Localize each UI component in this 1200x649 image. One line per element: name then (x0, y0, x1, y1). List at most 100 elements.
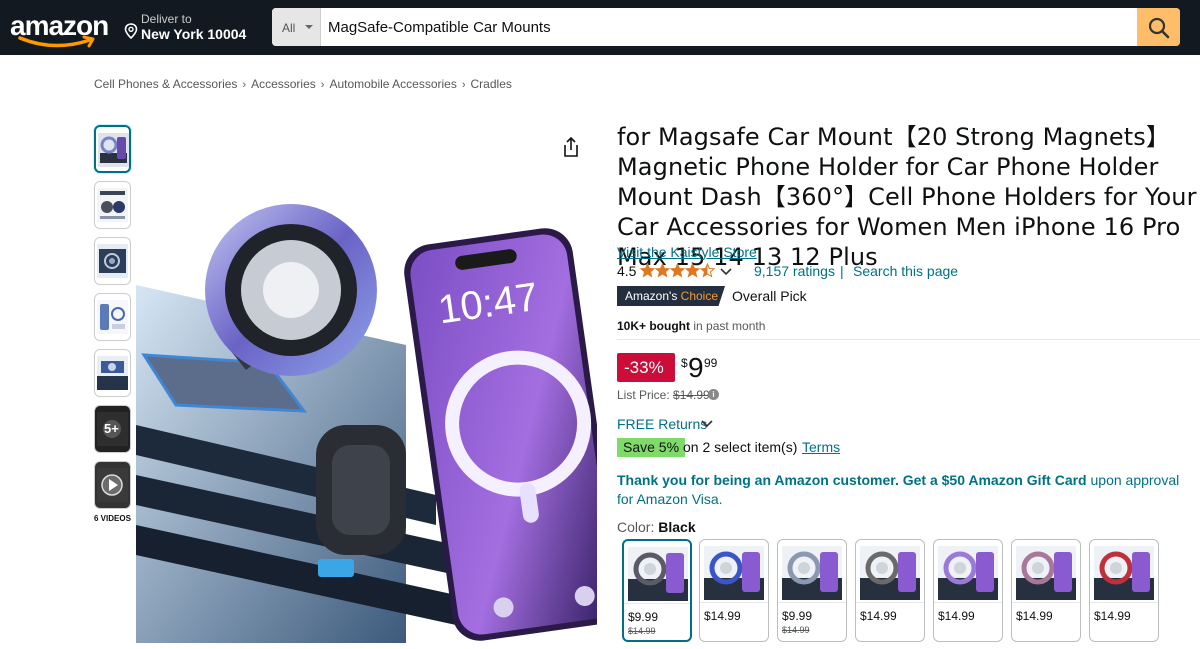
search-category-label: All (282, 21, 296, 35)
offer-bold: Thank you for being an Amazon customer. … (617, 472, 1087, 488)
list-price: List Price: $14.99 (617, 388, 710, 402)
color-swatch[interactable]: $9.99 $14.99 (622, 539, 692, 642)
product-thumbnail-image (97, 188, 128, 222)
color-selected: Black (658, 519, 696, 535)
swatch-image (628, 547, 688, 601)
save-percent-badge: Save 5% (617, 438, 686, 457)
color-label: Color: Black (617, 519, 696, 535)
swatch-price: $14.99 (704, 609, 741, 623)
location-pin-icon (124, 23, 138, 39)
color-label-text: Color: (617, 519, 655, 535)
swatch-divider (934, 602, 1002, 603)
price-fraction: 99 (704, 356, 718, 370)
color-swatch[interactable]: $14.99 (1089, 539, 1159, 642)
image-thumbnail[interactable] (94, 237, 131, 285)
deliver-location: New York 10004 (141, 26, 247, 42)
overall-pick-label: Overall Pick (732, 288, 807, 304)
image-thumbnail[interactable] (94, 181, 131, 229)
image-thumbnail[interactable] (94, 349, 131, 397)
breadcrumb-separator: › (242, 79, 247, 91)
color-swatch[interactable]: $14.99 (699, 539, 769, 642)
color-swatch[interactable]: $9.99 $14.99 (777, 539, 847, 642)
swatch-divider (1012, 602, 1080, 603)
deliver-label: Deliver to (141, 12, 192, 26)
main-product-image[interactable]: 10:47 (136, 195, 597, 643)
search-this-page-link[interactable]: Search this page (853, 263, 958, 279)
breadcrumb-separator: › (461, 79, 466, 91)
swatch-list-price: $14.99 (628, 626, 656, 636)
swatch-list-price: $14.99 (782, 625, 810, 635)
star-rating-icon[interactable] (640, 263, 716, 279)
bought-bold: 10K+ bought (617, 319, 691, 333)
swatch-price: $14.99 (1016, 609, 1053, 623)
swatch-image (1016, 546, 1076, 600)
search-bar: All (272, 8, 1180, 46)
divider (617, 339, 1200, 340)
breadcrumb-link[interactable]: Automobile Accessories (329, 77, 456, 91)
breadcrumb-separator: › (320, 79, 325, 91)
bought-count: 10K+ bought in past month (617, 319, 765, 333)
image-thumbnail[interactable] (94, 125, 131, 173)
color-swatch[interactable]: $14.99 (933, 539, 1003, 642)
swatch-divider (700, 602, 768, 603)
chevron-down-icon[interactable] (720, 268, 732, 276)
image-thumbnail[interactable] (94, 293, 131, 341)
more-images-count: 5+ (104, 421, 119, 436)
swatch-image (860, 546, 920, 600)
breadcrumb-link[interactable]: Cell Phones & Accessories (94, 77, 237, 91)
badge-part1: Amazon's (625, 289, 678, 303)
swatch-image (782, 546, 842, 600)
rating-value: 4.5 (617, 263, 637, 279)
video-play-icon (97, 468, 128, 502)
amazon-logo[interactable]: amazon (10, 12, 109, 48)
search-category-dropdown[interactable]: All (272, 8, 321, 46)
price-whole: 9 (688, 352, 704, 383)
search-input[interactable] (322, 8, 1137, 46)
info-icon[interactable]: i (708, 389, 719, 400)
swatch-price: $14.99 (938, 609, 975, 623)
choice-badge-label: Amazon's Choice (617, 286, 725, 306)
product-thumbnail-image (97, 300, 128, 334)
swatch-price: $14.99 (860, 609, 897, 623)
color-swatch[interactable]: $14.99 (1011, 539, 1081, 642)
swatch-price: $9.99 (782, 609, 813, 623)
swatch-divider (624, 603, 690, 604)
breadcrumb: Cell Phones & Accessories › Accessories › Au… (94, 77, 512, 91)
caret-down-icon (305, 25, 313, 29)
search-button[interactable] (1137, 8, 1180, 46)
store-link[interactable]: Visit the Kaistyle Store (617, 244, 757, 260)
top-nav-bar: amazon Deliver to New York 10004 All (0, 0, 1200, 55)
swatch-divider (778, 602, 846, 603)
product-thumbnail-image (98, 133, 129, 167)
swatch-image (938, 546, 998, 600)
product-photo: 10:47 (136, 195, 597, 643)
list-price-label: List Price: (617, 388, 670, 402)
swatch-image (704, 546, 764, 600)
color-swatch[interactable]: $14.99 (855, 539, 925, 642)
swatch-divider (856, 602, 924, 603)
breadcrumb-link[interactable]: Cradles (471, 77, 512, 91)
videos-label: 6 VIDEOS (94, 514, 131, 523)
bought-rest: in past month (693, 319, 766, 333)
badge-part2: Choice (680, 289, 719, 303)
search-icon (1148, 17, 1170, 39)
breadcrumb-link[interactable]: Accessories (251, 77, 316, 91)
deliver-to-location[interactable]: Deliver to New York 10004 (124, 12, 249, 44)
free-returns-link[interactable]: FREE Returns (617, 416, 707, 432)
share-icon[interactable] (561, 136, 581, 158)
list-price-value: $14.99 (673, 388, 710, 402)
visa-offer[interactable]: Thank you for being an Amazon customer. … (617, 471, 1187, 509)
logo-smile-icon (18, 36, 95, 48)
ratings-count-link[interactable]: 9,157 ratings (754, 263, 835, 279)
discount-badge: -33% (617, 353, 675, 382)
chevron-down-icon[interactable] (701, 420, 713, 428)
swatch-price: $14.99 (1094, 609, 1131, 623)
swatch-price: $9.99 (628, 610, 659, 624)
product-thumbnail-image (97, 356, 128, 390)
image-thumbnail-more[interactable]: 5+ (94, 405, 131, 453)
terms-link[interactable]: Terms (802, 439, 840, 455)
video-thumbnail[interactable] (94, 461, 131, 509)
separator: | (840, 263, 844, 279)
swatch-image (1094, 546, 1154, 600)
swatch-divider (1090, 602, 1158, 603)
